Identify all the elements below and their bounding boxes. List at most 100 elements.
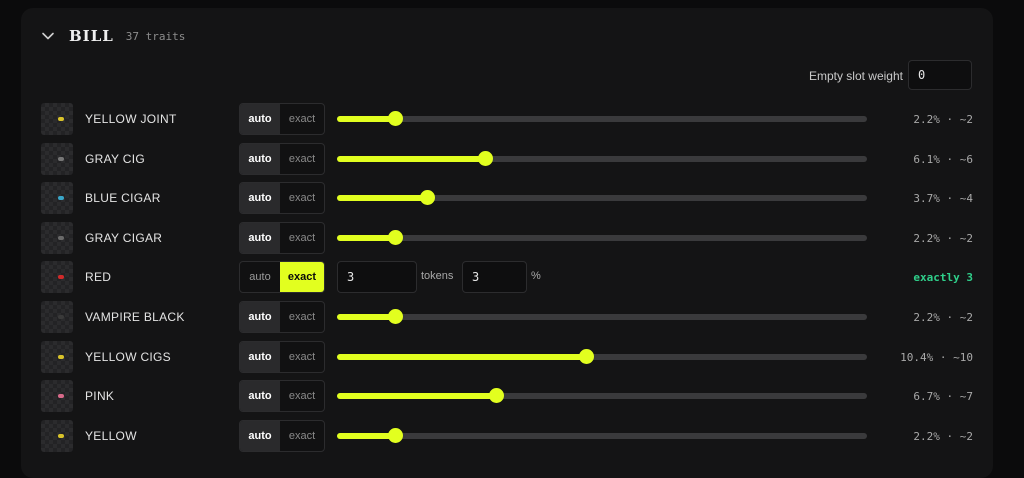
trait-swatch-icon — [58, 434, 64, 438]
trait-thumbnail — [41, 103, 73, 135]
slider-track — [337, 116, 867, 122]
trait-swatch-icon — [58, 275, 64, 279]
trait-name: BLUE CIGAR — [85, 191, 161, 205]
empty-slot-weight-label: Empty slot weight — [808, 69, 903, 83]
trait-thumbnail — [41, 420, 73, 452]
mode-exact-button[interactable]: exact — [280, 381, 324, 411]
mode-exact-button[interactable]: exact — [280, 223, 324, 253]
trait-percentage: 6.7% · ~7 — [913, 390, 973, 403]
trait-thumbnail — [41, 341, 73, 373]
mode-auto-button[interactable]: auto — [240, 183, 280, 213]
slider-fill — [337, 195, 427, 201]
mode-exact-button[interactable]: exact — [280, 302, 324, 332]
slider-fill — [337, 433, 395, 439]
trait-row: BLUE CIGAR auto exact 3.7% · ~4 — [41, 182, 973, 214]
trait-swatch-icon — [58, 117, 64, 121]
group-header[interactable]: BILL 37 traits — [41, 26, 185, 46]
mode-toggle: auto exact — [239, 182, 325, 214]
trait-name: RED — [85, 270, 112, 284]
mode-auto-button[interactable]: auto — [240, 104, 280, 134]
mode-auto-button[interactable]: auto — [240, 262, 280, 292]
slider-fill — [337, 354, 586, 360]
chevron-down-icon[interactable] — [41, 29, 55, 43]
slider-fill — [337, 116, 395, 122]
mode-toggle: auto exact — [239, 301, 325, 333]
mode-auto-button[interactable]: auto — [240, 144, 280, 174]
mode-exact-button[interactable]: exact — [280, 104, 324, 134]
mode-auto-button[interactable]: auto — [240, 223, 280, 253]
slider-handle[interactable] — [388, 230, 403, 245]
trait-thumbnail — [41, 143, 73, 175]
trait-row: YELLOW JOINT auto exact 2.2% · ~2 — [41, 103, 973, 135]
trait-row: YELLOW CIGS auto exact 10.4% · ~10 — [41, 341, 973, 373]
trait-group-panel: BILL 37 traits Empty slot weight YELLOW … — [21, 8, 993, 478]
trait-percentage: 2.2% · ~2 — [913, 311, 973, 324]
trait-name: GRAY CIG — [85, 152, 145, 166]
weight-slider[interactable] — [337, 111, 867, 126]
weight-slider[interactable] — [337, 428, 867, 443]
trait-row: GRAY CIG auto exact 6.1% · ~6 — [41, 143, 973, 175]
weight-slider[interactable] — [337, 151, 867, 166]
slider-handle[interactable] — [388, 111, 403, 126]
trait-row: VAMPIRE BLACK auto exact 2.2% · ~2 — [41, 301, 973, 333]
group-title: BILL — [69, 27, 114, 45]
mode-auto-button[interactable]: auto — [240, 342, 280, 372]
slider-handle[interactable] — [489, 388, 504, 403]
slider-track — [337, 433, 867, 439]
trait-thumbnail — [41, 182, 73, 214]
trait-name: VAMPIRE BLACK — [85, 310, 185, 324]
trait-percentage: 2.2% · ~2 — [913, 430, 973, 443]
trait-percentage: 2.2% · ~2 — [913, 232, 973, 245]
trait-thumbnail — [41, 301, 73, 333]
tokens-input[interactable] — [337, 261, 417, 293]
slider-handle[interactable] — [478, 151, 493, 166]
percent-label: % — [531, 270, 541, 282]
slider-handle[interactable] — [388, 428, 403, 443]
trait-name: YELLOW JOINT — [85, 112, 177, 126]
percent-input[interactable] — [462, 261, 527, 293]
mode-exact-button[interactable]: exact — [280, 342, 324, 372]
trait-swatch-icon — [58, 157, 64, 161]
trait-name: YELLOW CIGS — [85, 350, 171, 364]
mode-toggle: auto exact — [239, 380, 325, 412]
slider-handle[interactable] — [388, 309, 403, 324]
trait-percentage: 10.4% · ~10 — [900, 351, 973, 364]
mode-exact-button[interactable]: exact — [280, 144, 324, 174]
slider-handle[interactable] — [420, 190, 435, 205]
trait-thumbnail — [41, 261, 73, 293]
exact-count-label: exactly 3 — [913, 271, 973, 284]
empty-slot-weight-input[interactable] — [908, 60, 972, 90]
slider-fill — [337, 393, 496, 399]
trait-thumbnail — [41, 222, 73, 254]
mode-toggle: auto exact — [239, 143, 325, 175]
slider-fill — [337, 156, 485, 162]
slider-handle[interactable] — [579, 349, 594, 364]
mode-toggle: auto exact — [239, 103, 325, 135]
weight-slider[interactable] — [337, 190, 867, 205]
weight-slider[interactable] — [337, 388, 867, 403]
mode-toggle: auto exact — [239, 341, 325, 373]
mode-exact-button[interactable]: exact — [280, 262, 324, 292]
weight-slider[interactable] — [337, 349, 867, 364]
mode-exact-button[interactable]: exact — [280, 183, 324, 213]
weight-slider[interactable] — [337, 309, 867, 324]
mode-toggle: auto exact — [239, 420, 325, 452]
trait-name: YELLOW — [85, 429, 137, 443]
slider-fill — [337, 235, 395, 241]
mode-toggle: auto exact — [239, 261, 325, 293]
trait-swatch-icon — [58, 355, 64, 359]
mode-auto-button[interactable]: auto — [240, 381, 280, 411]
tokens-label: tokens — [421, 270, 454, 282]
weight-slider[interactable] — [337, 230, 867, 245]
trait-swatch-icon — [58, 196, 64, 200]
trait-percentage: 6.1% · ~6 — [913, 153, 973, 166]
mode-auto-button[interactable]: auto — [240, 302, 280, 332]
trait-name: PINK — [85, 389, 115, 403]
trait-row: GRAY CIGAR auto exact 2.2% · ~2 — [41, 222, 973, 254]
trait-percentage: 3.7% · ~4 — [913, 192, 973, 205]
trait-swatch-icon — [58, 394, 64, 398]
slider-track — [337, 235, 867, 241]
mode-exact-button[interactable]: exact — [280, 421, 324, 451]
trait-row: PINK auto exact 6.7% · ~7 — [41, 380, 973, 412]
mode-auto-button[interactable]: auto — [240, 421, 280, 451]
